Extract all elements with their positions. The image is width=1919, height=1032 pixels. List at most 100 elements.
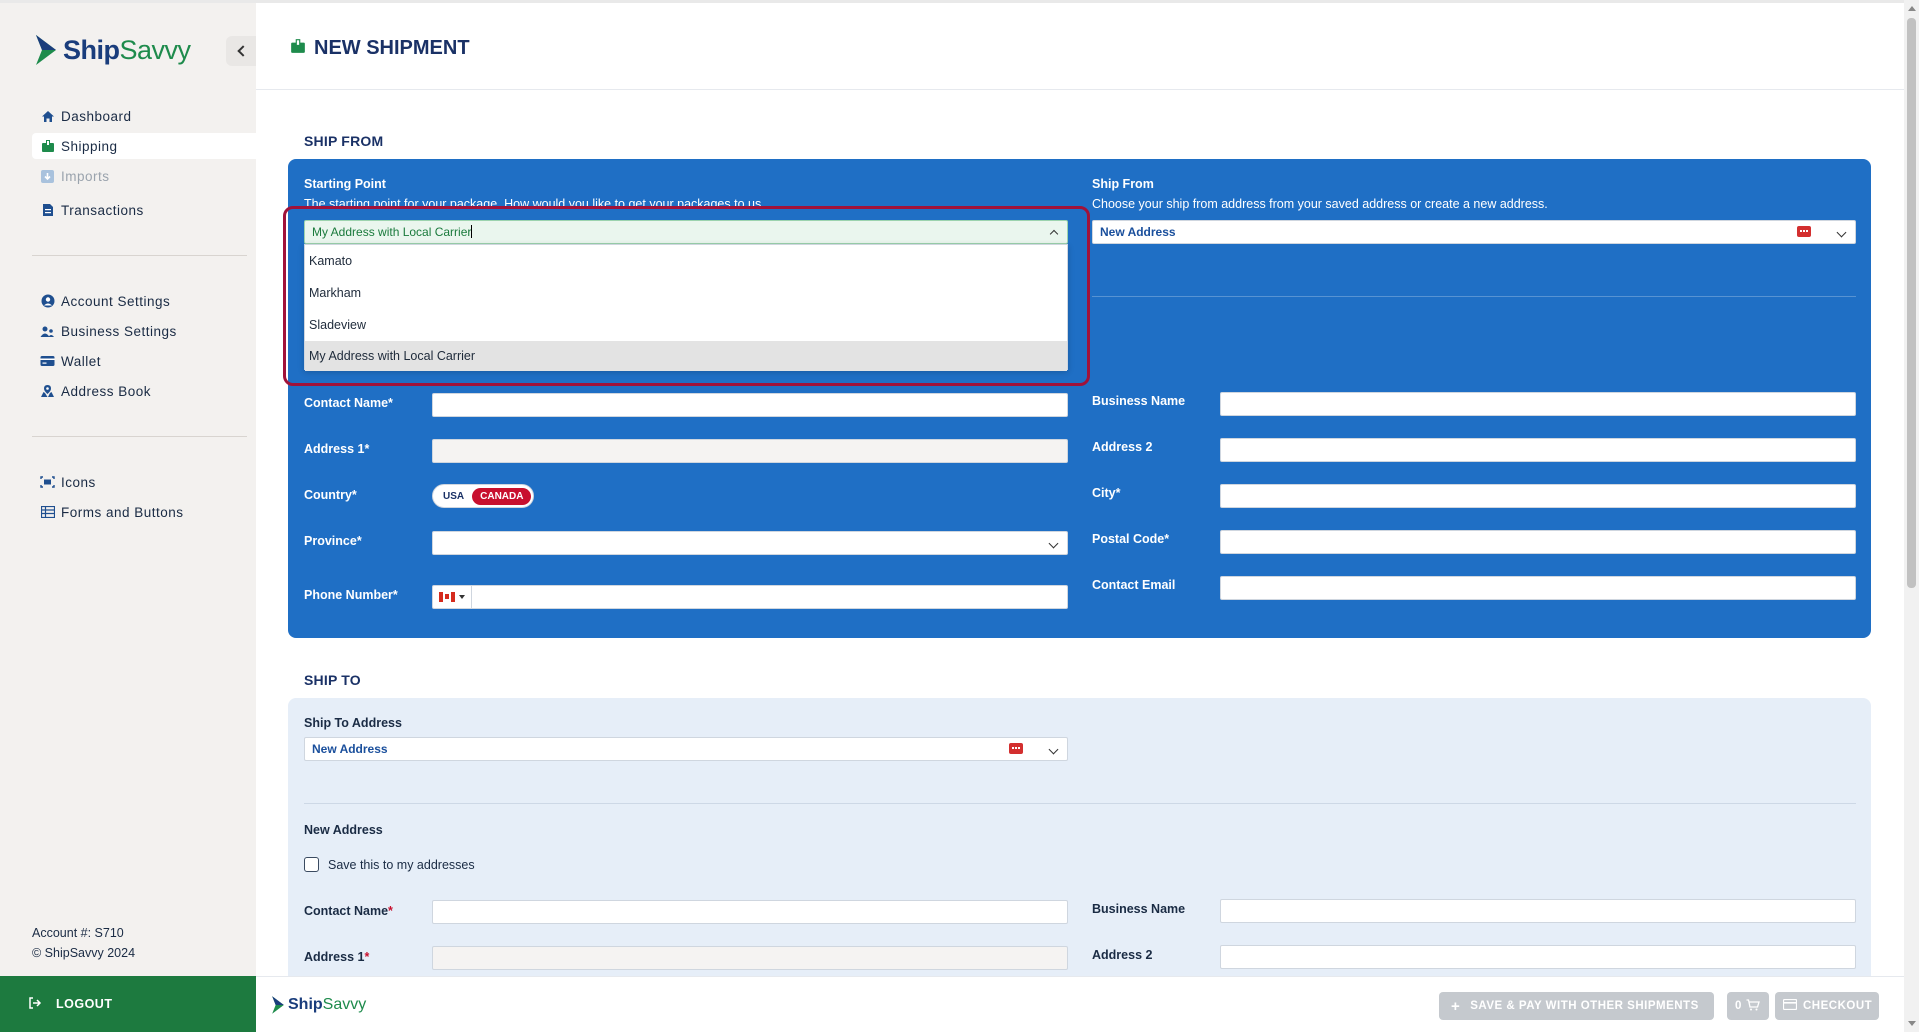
copyright: © ShipSavvy 2024 xyxy=(32,946,136,960)
option-markham[interactable]: Markham xyxy=(305,277,1067,309)
sidebar-item-imports[interactable]: Imports xyxy=(32,163,256,189)
account-number: Account #: S710 xyxy=(32,926,124,940)
divider xyxy=(304,803,1856,804)
ship-to-address1-label: Address 1* xyxy=(304,950,370,964)
option-sladeview[interactable]: Sladeview xyxy=(305,309,1067,341)
address1-input[interactable] xyxy=(432,439,1068,463)
sidebar-item-label: Address Book xyxy=(61,383,152,399)
document-icon xyxy=(40,203,55,218)
province-label: Province* xyxy=(304,534,362,548)
ship-to-contact-name-input[interactable] xyxy=(432,900,1068,924)
contact-email-input[interactable] xyxy=(1220,576,1856,600)
save-address-checkbox[interactable] xyxy=(304,857,319,872)
postal-code-label: Postal Code* xyxy=(1092,532,1170,546)
sidebar-item-label: Business Settings xyxy=(61,323,177,339)
sidebar-divider xyxy=(32,255,247,256)
checkout-button[interactable]: CHECKOUT xyxy=(1775,992,1879,1020)
sidebar-item-account-settings[interactable]: Account Settings xyxy=(32,288,256,314)
address2-input[interactable] xyxy=(1220,438,1856,462)
page-scrollbar[interactable] xyxy=(1904,0,1919,1032)
sidebar-item-label: Forms and Buttons xyxy=(61,504,184,520)
sidebar-item-transactions[interactable]: Transactions xyxy=(32,197,256,223)
ship-to-address-select[interactable]: New Address xyxy=(304,737,1068,761)
phone-number-input[interactable] xyxy=(432,585,1068,609)
chevron-down-icon xyxy=(1836,227,1847,238)
save-address-label: Save this to my addresses xyxy=(328,858,475,872)
logout-label: LOGOUT xyxy=(56,997,113,1011)
chevron-down-icon xyxy=(1048,538,1059,549)
collapse-sidebar-button[interactable] xyxy=(226,36,256,66)
save-pay-button[interactable]: + SAVE & PAY WITH OTHER SHIPMENTS xyxy=(1439,992,1714,1020)
ship-from-select[interactable]: New Address xyxy=(1092,220,1856,244)
sidebar: ShipSavvy Dashboard Shipping Imports Tra… xyxy=(0,0,256,1032)
footer-logo: Ship Savvy xyxy=(271,995,366,1015)
scroll-up-arrow-icon[interactable] xyxy=(1908,6,1916,11)
cart-icon xyxy=(1746,998,1760,1014)
contact-name-input[interactable] xyxy=(432,393,1068,417)
country-option-usa[interactable]: USA xyxy=(435,488,472,505)
business-name-label: Business Name xyxy=(1092,394,1186,408)
logo-mark-icon xyxy=(36,35,56,65)
chevron-left-icon xyxy=(236,45,249,57)
package-icon xyxy=(290,37,306,60)
ship-to-business-name-input[interactable] xyxy=(1220,899,1856,923)
sidebar-item-forms-and-buttons[interactable]: Forms and Buttons xyxy=(32,499,256,525)
ship-to-address-label: Ship To Address xyxy=(304,716,402,730)
ship-to-address2-input[interactable] xyxy=(1220,945,1856,969)
page-title: NEW SHIPMENT xyxy=(290,37,470,60)
sidebar-item-business-settings[interactable]: Business Settings xyxy=(32,318,256,344)
sidebar-item-shipping[interactable]: Shipping xyxy=(32,133,256,159)
ship-from-description: Choose your ship from address from your … xyxy=(1092,197,1548,211)
ship-to-business-name-label: Business Name xyxy=(1092,902,1186,916)
card-icon xyxy=(1782,998,1798,1013)
checkout-label: CHECKOUT xyxy=(1803,1000,1873,1012)
shipsavvy-logo[interactable]: ShipSavvy xyxy=(34,33,191,67)
logo-text-ship: Ship xyxy=(63,34,120,65)
save-pay-label: SAVE & PAY WITH OTHER SHIPMENTS xyxy=(1470,1000,1699,1012)
wallet-icon xyxy=(40,354,55,369)
ship-from-select-value: New Address xyxy=(1100,225,1176,239)
phone-number-label: Phone Number* xyxy=(304,588,398,602)
sidebar-item-address-book[interactable]: Address Book xyxy=(32,378,256,404)
province-select[interactable] xyxy=(432,531,1068,555)
logo-mark-icon xyxy=(272,996,284,1014)
table-icon xyxy=(40,505,55,520)
sidebar-item-label: Dashboard xyxy=(61,108,132,124)
icons-icon xyxy=(40,475,55,490)
country-toggle[interactable]: USA CANADA xyxy=(432,484,535,508)
new-address-heading: New Address xyxy=(304,823,383,837)
cart-button[interactable]: 0 xyxy=(1727,992,1769,1020)
country-option-canada[interactable]: CANADA xyxy=(472,487,532,505)
canada-flag-icon[interactable] xyxy=(439,592,455,602)
footer-bar: Ship Savvy + SAVE & PAY WITH OTHER SHIPME… xyxy=(256,976,1904,1032)
ship-to-address-value: New Address xyxy=(312,742,388,756)
chevron-up-icon xyxy=(1049,229,1059,239)
ship-to-address1-input[interactable] xyxy=(432,946,1068,970)
business-name-input[interactable] xyxy=(1220,392,1856,416)
logout-button[interactable]: LOGOUT xyxy=(0,976,256,1032)
sidebar-item-icons[interactable]: Icons xyxy=(32,469,256,495)
wallet-card-icon xyxy=(1797,226,1811,237)
sidebar-item-label: Shipping xyxy=(61,138,118,154)
scroll-down-arrow-icon[interactable] xyxy=(1908,1021,1916,1026)
ship-from-label: Ship From xyxy=(1092,177,1154,191)
logo-text-savvy: Savvy xyxy=(119,34,192,65)
page-header: NEW SHIPMENT xyxy=(256,0,1904,90)
sidebar-item-dashboard[interactable]: Dashboard xyxy=(32,103,256,129)
sidebar-item-wallet[interactable]: Wallet xyxy=(32,348,256,374)
cart-count: 0 xyxy=(1735,1000,1742,1012)
option-kamato[interactable]: Kamato xyxy=(305,245,1067,277)
chevron-down-icon xyxy=(1048,744,1059,755)
option-my-address-with-local-carrier[interactable]: My Address with Local Carrier xyxy=(305,341,1067,371)
starting-point-select[interactable]: My Address with Local Carrier xyxy=(304,220,1068,244)
divider xyxy=(1092,296,1856,297)
ship-to-contact-name-label: Contact Name* xyxy=(304,904,393,918)
postal-code-input[interactable] xyxy=(1220,530,1856,554)
users-icon xyxy=(40,324,55,339)
address1-label: Address 1* xyxy=(304,442,370,456)
logout-icon xyxy=(28,996,42,1013)
city-input[interactable] xyxy=(1220,484,1856,508)
sidebar-item-label: Imports xyxy=(61,168,110,184)
starting-point-label: Starting Point xyxy=(304,177,386,191)
scrollbar-thumb[interactable] xyxy=(1907,18,1916,588)
